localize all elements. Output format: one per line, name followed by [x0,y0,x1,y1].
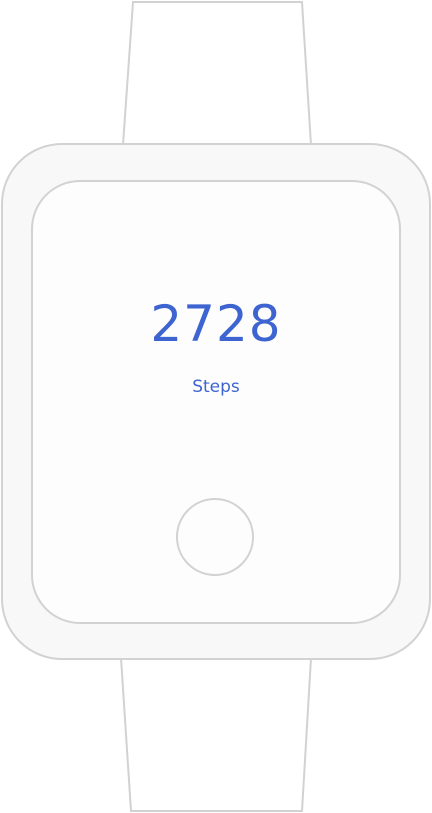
home-button[interactable] [176,498,254,576]
step-count-label: Steps [192,377,240,397]
bottom-strap [119,657,313,812]
top-strap [121,1,313,146]
step-count-value: 2728 [150,295,282,353]
watch-screen-content: 2728 Steps [32,182,400,623]
